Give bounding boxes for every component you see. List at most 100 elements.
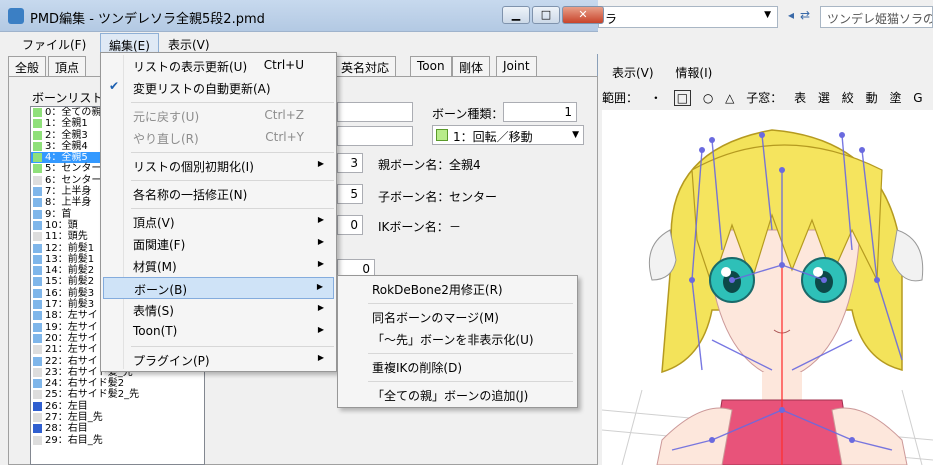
edit-menu: リストの表示更新(U) Ctrl+U 変更リストの自動更新(A) ✔ 元に戻す(U) Ct… [100, 52, 337, 372]
model-viewport[interactable] [602, 110, 933, 465]
bone-list-item[interactable]: 28：右目 [31, 423, 204, 434]
bone-color-swatch [33, 108, 42, 117]
bone-label: 26：左目 [45, 400, 88, 412]
app-icon [8, 8, 24, 24]
edit-menu-item[interactable]: リストの表示更新(U) Ctrl+U [103, 55, 334, 77]
menu-view[interactable]: 表示(V) [612, 66, 654, 80]
parent-name: 全親4 [449, 158, 481, 172]
menu-file[interactable]: ファイル(F) [14, 33, 94, 54]
bone-label: 20：左サイド [45, 332, 108, 344]
minimize-button[interactable]: ▁ [502, 6, 530, 24]
bone-submenu-item[interactable]: 同名ボーンのマージ(M) [340, 306, 575, 328]
edit-menu-item[interactable]: 面関連(F) ▶ [103, 233, 334, 255]
filter-button[interactable]: 絞 [842, 91, 854, 105]
menu-edit[interactable]: 編集(E) [100, 33, 159, 54]
bone-type-select[interactable]: 1：回転／移動 ▼ [432, 125, 584, 145]
edit-menu-item[interactable]: ボーン(B) ▶ [103, 277, 334, 299]
circle-select-button[interactable]: ○ [703, 91, 713, 105]
bone-list-item[interactable]: 24：右サイド髪2 [31, 378, 204, 389]
bone-type-label: ボーン種類： [432, 107, 504, 121]
bone-type-select-value: 1：回転／移動 [453, 130, 533, 144]
menu-item-label: 重複IKの削除(D) [372, 361, 463, 375]
bone-label: 21：左サイド [45, 344, 108, 356]
submenu-arrow-icon: ▶ [317, 353, 324, 362]
model-render [602, 110, 933, 465]
table-button[interactable]: 表 [794, 91, 806, 105]
bone-color-swatch [33, 379, 42, 389]
bone-label: 27：左目_先 [45, 412, 103, 424]
menu-item-label: 材質(M) [133, 260, 177, 274]
move-button[interactable]: 動 [866, 91, 878, 105]
child-label: 子ボーン名： [378, 190, 450, 204]
bone-english-field[interactable] [337, 126, 413, 146]
edit-menu-item[interactable]: 材質(M) ▶ [103, 255, 334, 277]
bone-label: 12：前髪1 [45, 242, 95, 254]
triangle-select-button[interactable]: △ [725, 91, 734, 105]
bone-type-number[interactable]: 1 [503, 102, 577, 122]
child-name: センター [449, 190, 498, 204]
bone-list-item[interactable]: 27：左目_先 [31, 412, 204, 423]
edit-menu-item[interactable]: Toon(T) ▶ [103, 321, 334, 343]
edit-menu-item[interactable]: 頂点(V) ▶ [103, 211, 334, 233]
range-label: 範囲： [602, 91, 639, 105]
bone-submenu-item[interactable]: 「全ての親」ボーンの追加(J) [340, 384, 575, 406]
select-button[interactable]: 選 [818, 91, 830, 105]
edit-menu-item[interactable]: リストの個別初期化(I) ▶ [103, 155, 334, 177]
tab-vertex[interactable]: 頂点 [48, 56, 87, 76]
bone-label: 16：前髪3 [45, 287, 95, 299]
child-number-field[interactable]: 5 [337, 184, 363, 204]
bone-label: 1：全親1 [45, 118, 88, 130]
bone-submenu-item[interactable]: 「～先」ボーンを非表示化(U) [340, 328, 575, 350]
bone-color-swatch [33, 311, 42, 321]
menu-item-label: 「～先」ボーンを非表示化(U) [372, 333, 534, 347]
paint-button[interactable]: 塗 [889, 91, 901, 105]
menu-item-label: ボーン(B) [134, 283, 187, 297]
ik-number-field[interactable]: 0 [337, 215, 363, 235]
bone-color-swatch [33, 322, 42, 332]
edit-menu-item[interactable]: 各名称の一括修正(N) [103, 183, 334, 205]
edit-menu-item: やり直し(R) Ctrl+Y [103, 127, 334, 149]
menu-info[interactable]: 情報(I) [675, 66, 712, 80]
tab-rigidbody[interactable]: 剛体 [452, 56, 491, 76]
edit-menu-item[interactable]: 表情(S) ▶ [103, 299, 334, 321]
tab-general[interactable]: 全般 [8, 56, 47, 76]
bone-label: 6：センター [45, 174, 102, 186]
bone-color-swatch [33, 435, 42, 445]
menu-view[interactable]: 表示(V) [160, 33, 218, 54]
g-button[interactable]: G [913, 91, 922, 105]
maximize-button[interactable]: □ [532, 6, 560, 24]
bone-submenu-item[interactable]: RokDeBone2用修正(R) [340, 278, 575, 300]
bone-label: 2：全親3 [45, 129, 88, 141]
edit-menu-item[interactable]: プラグイン(P) ▶ [103, 349, 334, 371]
point-select-button[interactable]: ・ [650, 91, 662, 105]
bone-submenu: RokDeBone2用修正(R) 同名ボーンのマージ(M) 「～先」ボーンを非表示化… [337, 275, 578, 408]
bone-color-swatch [33, 413, 42, 423]
submenu-arrow-icon: ▶ [317, 325, 324, 334]
bone-list-item[interactable]: 29：右目_先 [31, 435, 204, 446]
submenu-arrow-icon: ▶ [317, 215, 324, 224]
menu-shortcut: Ctrl+Y [265, 130, 304, 144]
refresh-icon[interactable]: ⇄ [796, 8, 814, 26]
bone-color-swatch [33, 119, 42, 129]
close-button[interactable]: ✕ [562, 6, 604, 24]
menu-separator [368, 353, 573, 354]
bone-label: 18：左サイド [45, 310, 108, 322]
search-input[interactable]: ツンデレ姫猫ソラの [820, 6, 933, 28]
check-icon: ✔ [109, 79, 120, 93]
bone-color-swatch [33, 390, 42, 400]
tab-joint[interactable]: Joint [496, 56, 537, 76]
menu-item-label: 同名ボーンのマージ(M) [372, 311, 499, 325]
bone-list-item[interactable]: 26：左目 [31, 401, 204, 412]
tab-english[interactable]: 英名対応 [334, 56, 397, 76]
parent-number-field[interactable]: 3 [337, 153, 363, 173]
title-bar[interactable]: PMD編集 - ツンデレソラ全親5段2.pmd ▁ □ ✕ [0, 0, 604, 32]
chevron-down-icon: ▼ [572, 130, 579, 140]
bone-list-item[interactable]: 25：右サイド髪2_先 [31, 389, 204, 400]
bone-name-field[interactable] [337, 102, 413, 122]
rect-select-button[interactable]: □ [673, 90, 692, 106]
address-bar[interactable]: ラ ▼ [598, 6, 778, 28]
edit-menu-item[interactable]: 変更リストの自動更新(A) ✔ [103, 77, 334, 99]
viewer-window: ラ ▼ ◂ ⇄ ツンデレ姫猫ソラの 表示(V) 情報(I) 範囲： ・ □ ○ △… [598, 0, 933, 465]
bone-submenu-item[interactable]: 重複IKの削除(D) [340, 356, 575, 378]
tab-toon[interactable]: Toon [410, 56, 452, 76]
